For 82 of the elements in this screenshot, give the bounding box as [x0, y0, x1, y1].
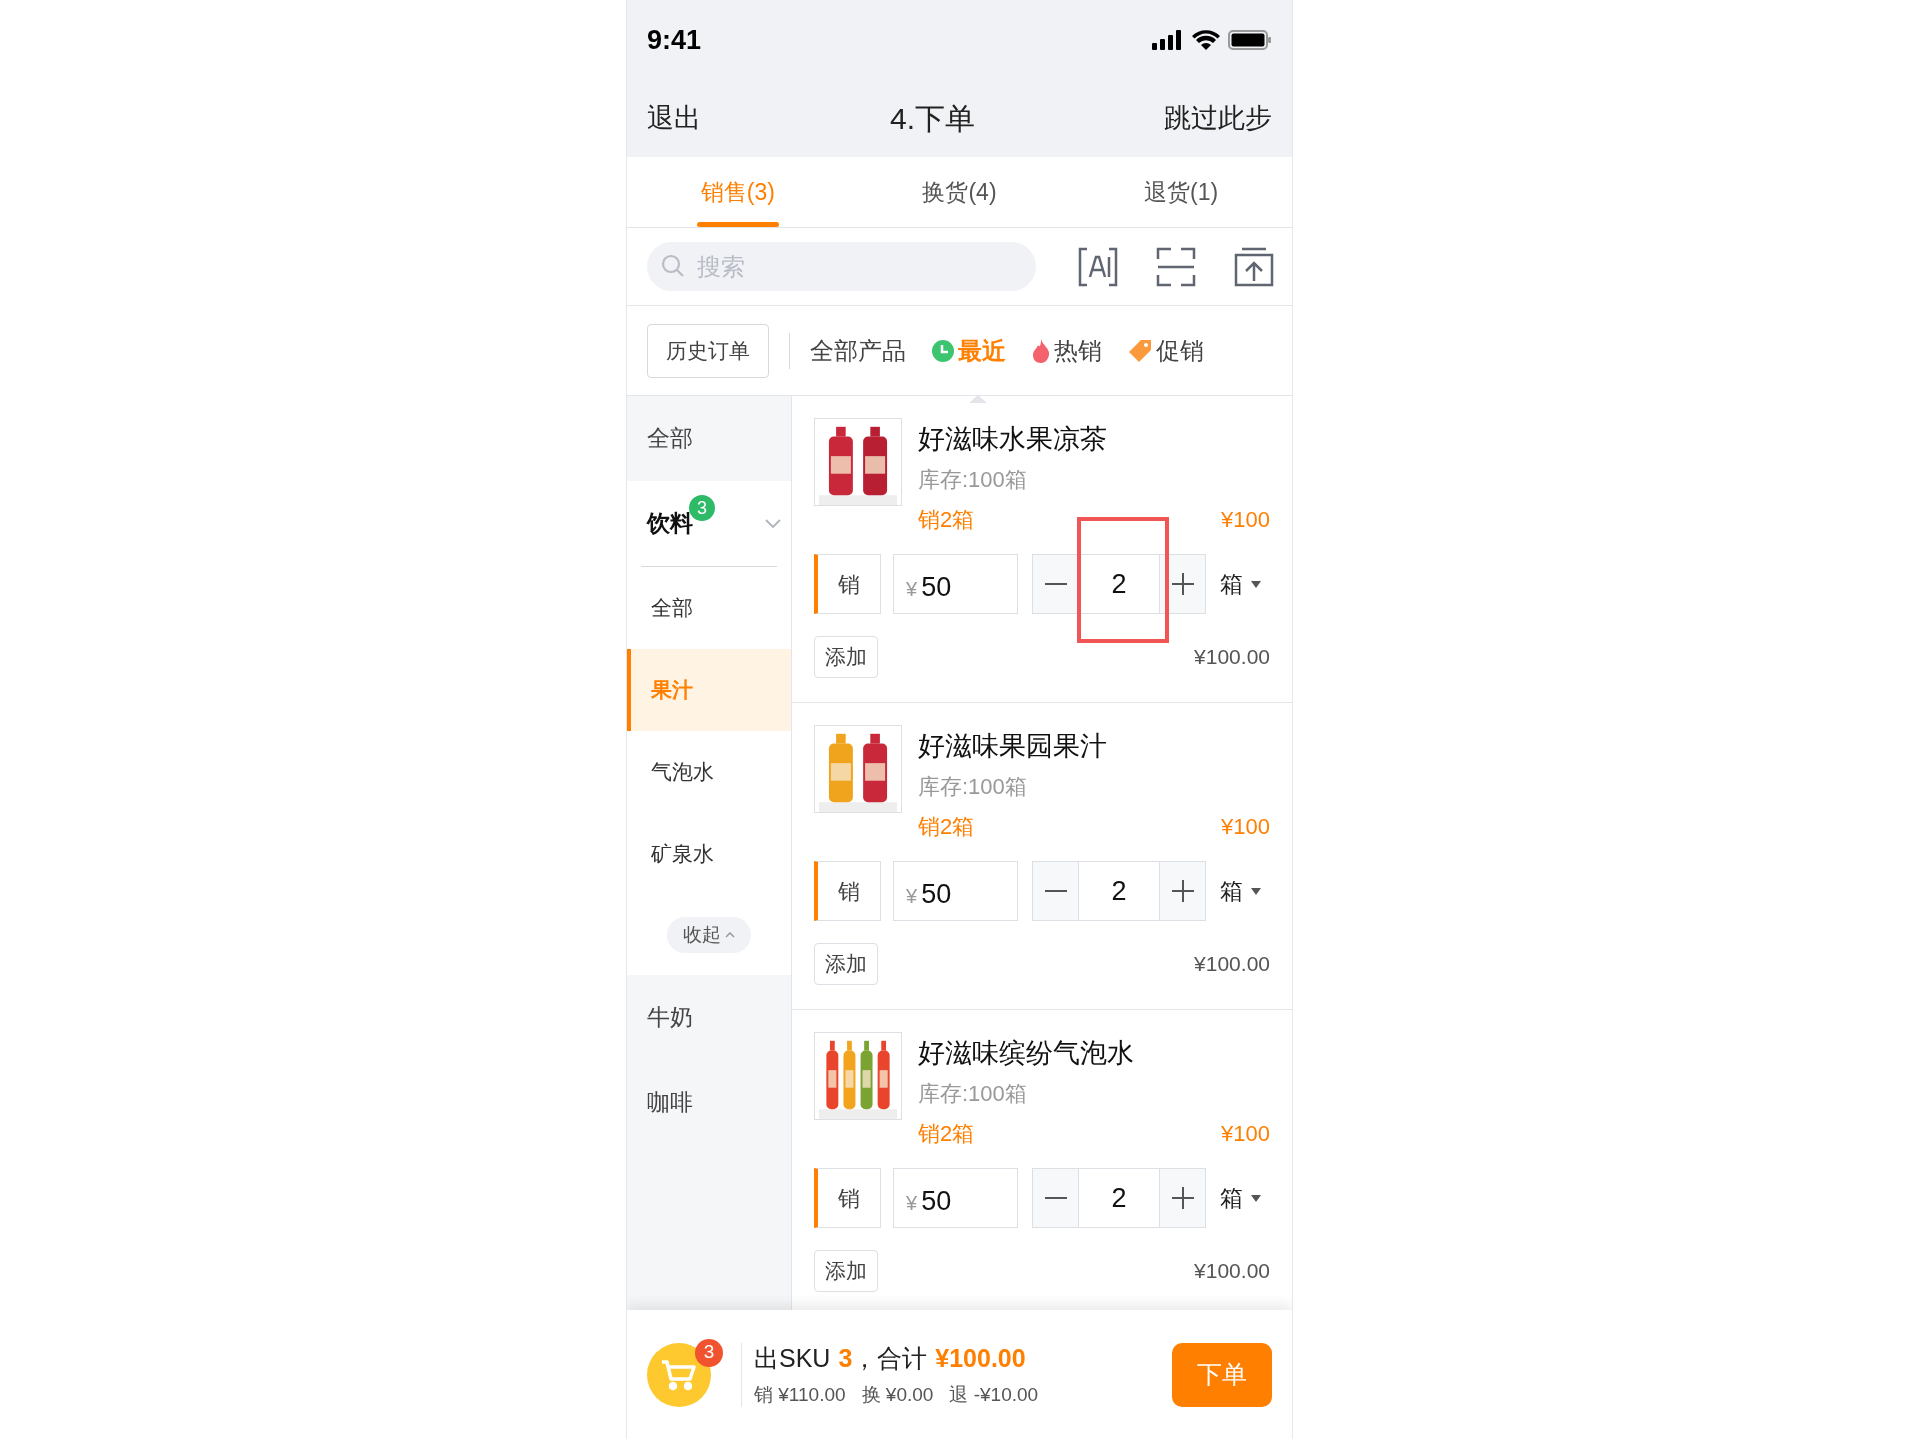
plus-button[interactable] [1160, 555, 1205, 613]
wifi-icon [1192, 30, 1220, 50]
pointer-triangle [969, 394, 987, 403]
price-field[interactable]: ¥50 [893, 554, 1018, 614]
stock-text: 库存:100箱 [918, 466, 1028, 494]
battery-icon [1228, 30, 1272, 50]
category-item[interactable]: 咖啡 [627, 1060, 791, 1145]
search-field[interactable]: 搜索 [647, 242, 1036, 291]
add-button[interactable]: 添加 [814, 636, 878, 678]
dropdown-icon [1251, 580, 1261, 588]
status-time: 9:41 [647, 23, 702, 57]
product-name: 好滋味水果凉茶 [918, 423, 1108, 456]
skip-button[interactable]: 跳过此步 [1164, 98, 1272, 139]
search-icon [661, 254, 685, 278]
filter-tab[interactable]: 热销 [1032, 332, 1102, 369]
subcategory-item[interactable]: 矿泉水 [627, 813, 791, 895]
ai-scan-icon[interactable] [1078, 246, 1118, 287]
scan-icon[interactable] [1156, 246, 1196, 287]
sale-type-button[interactable]: 销 [814, 554, 881, 614]
minus-button[interactable] [1033, 555, 1078, 613]
plus-button[interactable] [1160, 1169, 1205, 1227]
product-price: ¥100 [1221, 506, 1270, 534]
exit-button[interactable]: 退出 [647, 98, 701, 139]
quantity-field[interactable]: 2 [1078, 862, 1160, 920]
category-item[interactable]: 全部 [627, 396, 791, 481]
tab[interactable]: 退货(1) [1070, 157, 1292, 227]
total-label: ，合计 [852, 1342, 928, 1374]
page-title: 4.下单 [890, 101, 975, 137]
plus-icon [1171, 1187, 1194, 1209]
subtotal-text: ¥100.00 [1194, 951, 1270, 978]
plus-button[interactable] [1160, 862, 1205, 920]
product-name: 好滋味果园果汁 [918, 730, 1108, 763]
dropdown-icon [1251, 887, 1261, 895]
dropdown-icon [1251, 1194, 1261, 1202]
collapse-button[interactable]: 收起 [667, 917, 751, 953]
filter-tab[interactable]: 全部产品 [810, 332, 906, 369]
tag-icon [1128, 338, 1152, 363]
total-amount: ¥100.00 [935, 1342, 1026, 1374]
product-price: ¥100 [1221, 1120, 1270, 1148]
breakdown-text: 销 ¥110.00 [754, 1383, 846, 1407]
unit-dropdown[interactable]: 箱 [1220, 566, 1261, 602]
subtotal-text: ¥100.00 [1194, 644, 1270, 671]
sold-text: 销2箱 [918, 506, 975, 534]
caret-up-icon [725, 932, 735, 938]
add-button[interactable]: 添加 [814, 943, 878, 985]
count-badge: 3 [689, 495, 715, 521]
category-item[interactable]: 牛奶 [627, 975, 791, 1060]
sku-count: 3 [838, 1342, 853, 1374]
plus-icon [1171, 573, 1194, 595]
stock-text: 库存:100箱 [918, 1080, 1028, 1108]
history-orders-button[interactable]: 历史订单 [647, 323, 769, 378]
tab[interactable]: 换货(4) [848, 157, 1071, 227]
flame-icon [1032, 338, 1050, 363]
stock-text: 库存:100箱 [918, 773, 1028, 801]
unit-dropdown[interactable]: 箱 [1220, 873, 1261, 909]
subcategory-item[interactable]: 全部 [627, 567, 791, 649]
sale-type-button[interactable]: 销 [814, 1168, 881, 1228]
subtotal-text: ¥100.00 [1194, 1258, 1270, 1285]
quantity-field[interactable]: 2 [1078, 1169, 1160, 1227]
sold-text: 销2箱 [918, 1120, 975, 1148]
plus-icon [1171, 880, 1194, 902]
minus-icon [1044, 1197, 1067, 1199]
product-name: 好滋味缤纷气泡水 [918, 1037, 1135, 1070]
minus-icon [1044, 583, 1067, 585]
sale-type-button[interactable]: 销 [814, 861, 881, 921]
minus-icon [1044, 890, 1067, 892]
price-field[interactable]: ¥50 [893, 1168, 1018, 1228]
product-price: ¥100 [1221, 813, 1270, 841]
filter-tab[interactable]: 促销 [1128, 332, 1204, 369]
breakdown-text: 退 -¥10.00 [949, 1383, 1039, 1407]
signal-icon [1152, 30, 1184, 50]
price-field[interactable]: ¥50 [893, 861, 1018, 921]
sku-label: 出SKU [754, 1342, 831, 1374]
cart-count-badge: 3 [695, 1338, 723, 1367]
breakdown-text: 换 ¥0.00 [861, 1383, 934, 1407]
subcategory-item[interactable]: 气泡水 [627, 731, 791, 813]
upload-icon[interactable] [1234, 246, 1274, 287]
sold-text: 销2箱 [918, 813, 975, 841]
cart-icon [661, 1358, 697, 1391]
clock-icon [932, 339, 954, 362]
unit-dropdown[interactable]: 箱 [1220, 1180, 1261, 1216]
add-button[interactable]: 添加 [814, 1250, 878, 1292]
